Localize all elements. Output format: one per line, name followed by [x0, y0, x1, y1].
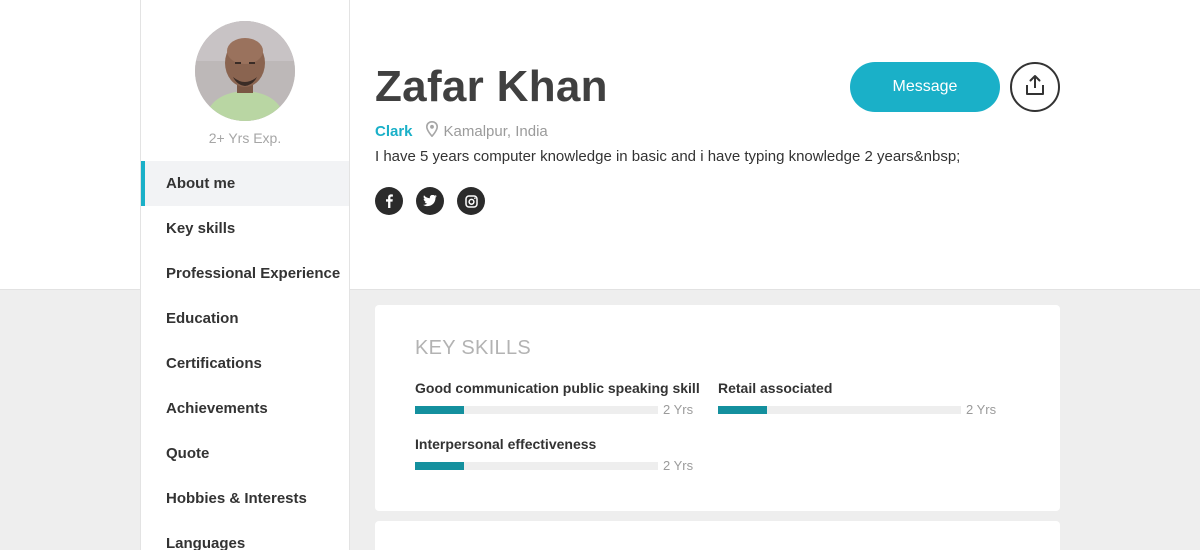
skill-years: 2 Yrs	[966, 402, 997, 417]
skill-level-fill	[415, 405, 464, 414]
profile-role: Clark	[375, 122, 413, 140]
sidebar-item-professional-experience[interactable]: Professional Experience	[141, 251, 349, 296]
instagram-icon[interactable]	[457, 187, 485, 215]
skill-name: Good communication public speaking skill	[415, 380, 700, 396]
avatar	[195, 21, 295, 121]
social-links	[375, 187, 485, 215]
sidebar-item-education[interactable]: Education	[141, 296, 349, 341]
sidebar-item-certifications[interactable]: Certifications	[141, 341, 349, 386]
profile-location: Kamalpur, India	[443, 122, 548, 140]
skill-level-fill	[718, 405, 767, 414]
skill-level-fill	[415, 461, 464, 470]
experience-label: 2+ Yrs Exp.	[208, 130, 282, 146]
key-skills-card: KEY SKILLS Good communication public spe…	[375, 305, 1060, 511]
share-upload-icon	[1025, 74, 1045, 101]
profile-meta: Clark Kamalpur, India	[375, 120, 548, 141]
skill-item: Interpersonal effectiveness 2 Yrs	[415, 436, 695, 473]
skill-name: Interpersonal effectiveness	[415, 436, 597, 452]
sidebar-item-about-me[interactable]: About me	[141, 161, 349, 206]
skill-item: Good communication public speaking skill…	[415, 380, 700, 417]
next-section-card	[375, 521, 1060, 550]
skill-years: 2 Yrs	[663, 402, 694, 417]
skill-name: Retail associated	[718, 380, 833, 396]
skill-level-bar	[415, 405, 658, 414]
skill-level-bar	[415, 461, 658, 470]
sidebar-item-key-skills[interactable]: Key skills	[141, 206, 349, 251]
key-skills-title: KEY SKILLS	[415, 337, 532, 359]
profile-bio: I have 5 years computer knowledge in bas…	[375, 148, 961, 165]
skill-level-bar	[718, 405, 961, 414]
sidebar-nav: About me Key skills Professional Experie…	[141, 161, 349, 550]
location-pin-icon	[425, 120, 438, 141]
sidebar-item-hobbies-interests[interactable]: Hobbies & Interests	[141, 476, 349, 521]
skill-item: Retail associated 2 Yrs	[718, 380, 998, 417]
facebook-icon[interactable]	[375, 187, 403, 215]
sidebar-item-achievements[interactable]: Achievements	[141, 386, 349, 431]
skill-years: 2 Yrs	[663, 458, 694, 473]
twitter-icon[interactable]	[416, 187, 444, 215]
sidebar-item-languages[interactable]: Languages	[141, 521, 349, 550]
sidebar: 2+ Yrs Exp. About me Key skills Professi…	[140, 0, 350, 550]
profile-name: Zafar Khan	[375, 62, 608, 111]
message-button[interactable]: Message	[850, 62, 1000, 112]
share-button[interactable]	[1010, 62, 1060, 112]
sidebar-item-quote[interactable]: Quote	[141, 431, 349, 476]
